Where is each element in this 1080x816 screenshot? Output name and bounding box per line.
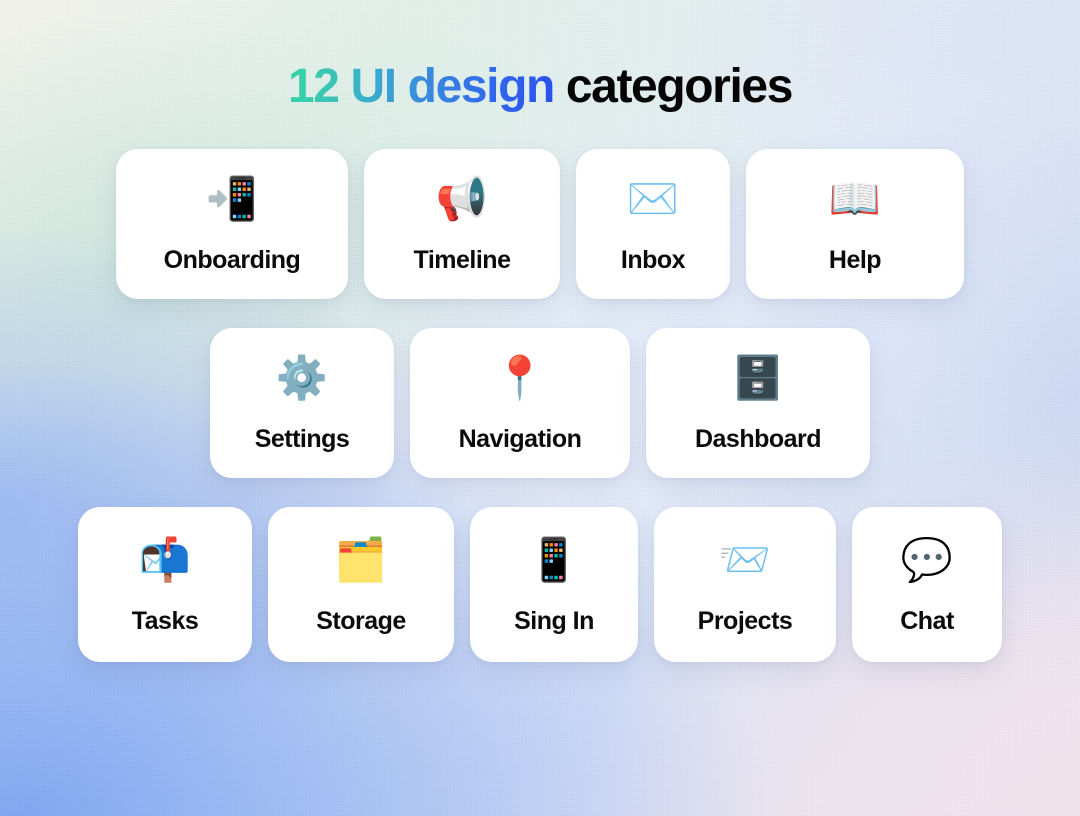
speech-balloon-icon: 💬	[900, 535, 954, 583]
category-card-label: Projects	[697, 606, 793, 635]
category-card-onboarding[interactable]: 📲 Onboarding	[116, 148, 348, 299]
page-title-plain-text: categories	[553, 60, 794, 113]
mobile-phone-with-arrow-icon: 📲	[205, 175, 259, 223]
category-card-navigation[interactable]: 📍 Navigation	[410, 327, 630, 478]
category-card-sing-in[interactable]: 📱 Sing In	[470, 506, 638, 662]
category-card-projects[interactable]: 📨 Projects	[654, 506, 836, 662]
category-card-label: Navigation	[458, 425, 582, 454]
category-row-1: 📲 Onboarding 📢 Timeline ✉️ Inbox 📖 Help	[116, 148, 964, 299]
category-card-label: Tasks	[131, 606, 199, 635]
card-index-dividers-icon: 🗂️	[334, 535, 388, 583]
category-card-settings[interactable]: ⚙️ Settings	[210, 327, 394, 478]
gear-icon: ⚙️	[275, 354, 329, 402]
category-card-timeline[interactable]: 📢 Timeline	[364, 148, 560, 299]
category-card-label: Onboarding	[163, 246, 301, 275]
page-title: 12 UI design categories	[287, 60, 794, 113]
category-card-label: Dashboard	[694, 425, 822, 454]
category-row-3: 📬 Tasks 🗂️ Storage 📱 Sing In 📨 Projects 💬 Chat	[78, 506, 1002, 662]
category-card-label: Sing In	[514, 606, 594, 635]
envelope-icon: ✉️	[626, 175, 680, 223]
category-card-inbox[interactable]: ✉️ Inbox	[576, 148, 730, 299]
category-card-label: Timeline	[413, 246, 511, 275]
category-card-grid: 📲 Onboarding 📢 Timeline ✉️ Inbox 📖 Help ⚙️ Setti…	[78, 148, 1002, 662]
round-pushpin-icon: 📍	[493, 354, 547, 402]
open-book-icon: 📖	[828, 175, 882, 223]
category-card-label: Storage	[316, 606, 406, 635]
page-container: 12 UI design categories 📲 Onboarding 📢 Time…	[0, 0, 1080, 816]
category-card-tasks[interactable]: 📬 Tasks	[78, 506, 252, 662]
category-row-2: ⚙️ Settings 📍 Navigation 🗄️ Dashboard	[210, 327, 870, 478]
open-mailbox-with-raised-flag-icon: 📬	[138, 535, 192, 583]
category-card-label: Help	[828, 246, 882, 275]
category-card-label: Inbox	[620, 246, 686, 275]
page-title-gradient-text: 12 UI design	[287, 60, 555, 113]
category-card-storage[interactable]: 🗂️ Storage	[268, 506, 454, 662]
incoming-envelope-icon: 📨	[718, 535, 772, 583]
category-card-label: Settings	[254, 425, 350, 454]
file-cabinet-icon: 🗄️	[731, 354, 785, 402]
category-card-dashboard[interactable]: 🗄️ Dashboard	[646, 327, 870, 478]
loudspeaker-icon: 📢	[435, 175, 489, 223]
category-card-chat[interactable]: 💬 Chat	[852, 506, 1002, 662]
category-card-label: Chat	[900, 606, 954, 635]
category-card-help[interactable]: 📖 Help	[746, 148, 964, 299]
mobile-phone-icon: 📱	[527, 535, 581, 583]
